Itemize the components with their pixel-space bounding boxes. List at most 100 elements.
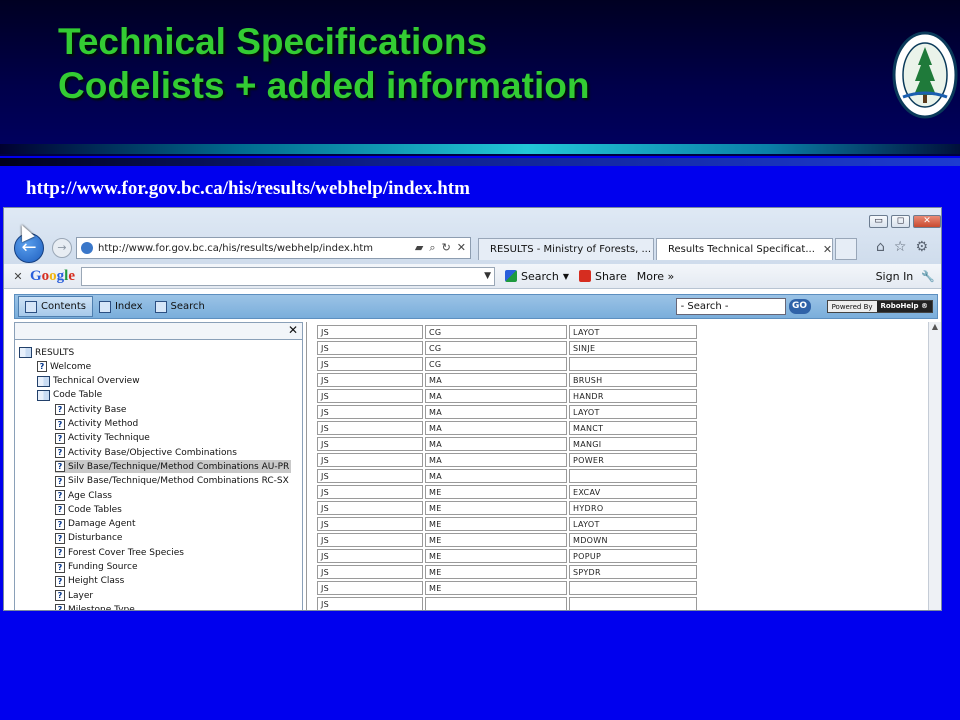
help-page-icon: ?	[55, 432, 65, 444]
help-page-icon: ?	[55, 404, 65, 416]
tab-results-technical[interactable]: Results Technical Specificat... ✕	[656, 238, 833, 260]
table-row: JS MA	[317, 469, 697, 483]
toc-item[interactable]: ? Activity Base	[55, 403, 126, 416]
table-row: JS	[317, 597, 697, 610]
toc-pane: ✕ RESULTS? Welcome Technical Overview Code …	[14, 322, 303, 610]
toc-item[interactable]: ? Height Class	[55, 575, 124, 588]
table-row: JS ME MDOWN	[317, 533, 697, 547]
toc-item[interactable]: ? Activity Method	[55, 418, 138, 431]
table-cell: JS	[317, 533, 423, 547]
table-cell: CG	[425, 325, 567, 339]
toc-item-label: Silv Base/Technique/Method Combinations …	[68, 461, 290, 472]
home-icon[interactable]: ⌂	[876, 239, 885, 255]
toc-item[interactable]: RESULTS	[19, 346, 74, 359]
google-search-input[interactable]: ▼	[81, 266, 496, 286]
table-cell: ME	[425, 501, 567, 515]
toc-item[interactable]: ? Welcome	[37, 360, 91, 373]
help-page-icon: ?	[55, 532, 65, 544]
table-cell: JS	[317, 357, 423, 371]
toc-item[interactable]: Code Table	[37, 389, 102, 402]
badge-prefix: Powered By	[831, 302, 873, 311]
google-more-button[interactable]: More »	[637, 270, 675, 283]
toc-item-label: Layer	[68, 590, 94, 601]
table-cell: BRUSH	[569, 373, 697, 387]
toc-item[interactable]: ? Silv Base/Technique/Method Combinations…	[55, 460, 292, 474]
sign-in-button[interactable]: Sign In	[876, 270, 914, 283]
tab-contents[interactable]: Contents	[18, 296, 93, 317]
restore-button[interactable]: ◻	[891, 215, 910, 228]
toc-item[interactable]: ? Code Tables	[55, 503, 122, 516]
compat-icon[interactable]: ▰	[415, 241, 423, 255]
table-cell: JS	[317, 389, 423, 403]
close-tab-icon[interactable]: ✕	[823, 243, 832, 256]
google-search-icon	[505, 270, 518, 282]
slide-title-line2: Codelists + added information	[58, 65, 590, 106]
close-icon[interactable]: ✕	[288, 323, 298, 337]
table-cell: JS	[317, 469, 423, 483]
table-cell: LAYOT	[569, 517, 697, 531]
table-cell: JS	[317, 325, 423, 339]
table-cell: JS	[317, 597, 423, 610]
scroll-up-icon[interactable]: ▲	[929, 322, 941, 331]
tab-contents-label: Contents	[41, 301, 86, 312]
table-cell: MA	[425, 437, 567, 451]
new-tab-button[interactable]	[835, 238, 857, 260]
toc-item-label: Damage Agent	[68, 519, 136, 530]
refresh-icon[interactable]: ↻	[442, 241, 451, 255]
table-cell: MA	[425, 405, 567, 419]
table-cell: HANDR	[569, 389, 697, 403]
table-row: JS CG SINJE	[317, 341, 697, 355]
toc-item[interactable]: ? Layer	[55, 589, 93, 602]
table-cell	[569, 469, 697, 483]
toolbar-close-icon[interactable]: ✕	[8, 270, 28, 283]
go-button[interactable]: GO	[788, 299, 811, 314]
toc-item-label: Forest Cover Tree Species	[68, 547, 184, 558]
browser-screenshot: ▭ ◻ ✕ ← → http://www.for.gov.bc.ca/his/r…	[3, 207, 942, 611]
address-bar[interactable]: http://www.for.gov.bc.ca/his/results/web…	[76, 237, 471, 259]
minimize-button[interactable]: ▭	[869, 215, 888, 228]
toc-item[interactable]: ? Age Class	[55, 489, 112, 502]
search-icon[interactable]: ⌕	[429, 241, 435, 255]
table-row: JS ME EXCAV	[317, 485, 697, 499]
tab-index[interactable]: Index	[93, 296, 149, 317]
toc-item[interactable]: ? Disturbance	[55, 532, 122, 545]
forward-button[interactable]: →	[52, 238, 72, 258]
robohelp-toolbar: Contents Index Search - Search - GO Powe…	[14, 294, 938, 319]
toc-item[interactable]: ? Activity Base/Objective Combinations	[55, 446, 237, 459]
toc-item[interactable]: ? Milestone Type	[55, 603, 135, 610]
toc-item[interactable]: ? Forest Cover Tree Species	[55, 546, 184, 559]
vertical-scrollbar[interactable]: ▲	[928, 322, 941, 610]
toc-item[interactable]: ? Silv Base/Technique/Method Combinations…	[55, 475, 289, 488]
table-cell: POPUP	[569, 549, 697, 563]
browser-chrome: ▭ ◻ ✕ ← → http://www.for.gov.bc.ca/his/r…	[4, 208, 941, 264]
wrench-icon[interactable]: 🔧	[921, 270, 935, 283]
table-cell: CG	[425, 357, 567, 371]
help-search-input[interactable]: - Search -	[675, 298, 786, 315]
table-cell: ME	[425, 565, 567, 579]
google-search-button[interactable]: Search ▼	[505, 270, 569, 283]
code-table: JS CG LAYOT JS CG SINJE JS CG JS MA BRUSH JS MA HANDR…	[315, 323, 699, 610]
stop-icon[interactable]: ✕	[457, 241, 466, 255]
table-cell: ME	[425, 549, 567, 563]
table-cell: JS	[317, 437, 423, 451]
table-cell: SPYDR	[569, 565, 697, 579]
toc-item[interactable]: Technical Overview	[37, 375, 140, 388]
dropdown-icon[interactable]: ▼	[484, 271, 491, 281]
star-icon[interactable]: ☆	[894, 239, 907, 255]
table-cell: JS	[317, 565, 423, 579]
slide-url[interactable]: http://www.for.gov.bc.ca/his/results/web…	[26, 178, 470, 200]
toc-item[interactable]: ? Funding Source	[55, 561, 138, 574]
tab-search-label: Search	[170, 301, 205, 312]
site-icon	[81, 242, 93, 254]
toc-item-label: Technical Overview	[53, 376, 140, 387]
tab-search[interactable]: Search	[149, 296, 211, 317]
window-close-button[interactable]: ✕	[913, 215, 941, 228]
google-share-button[interactable]: Share	[578, 270, 627, 283]
google-toolbar-right: Sign In 🔧	[876, 270, 935, 283]
toc-item[interactable]: ? Activity Technique	[55, 432, 150, 445]
tab-results-ministry[interactable]: RESULTS - Ministry of Forests, ...	[478, 238, 654, 260]
gear-icon[interactable]: ⚙	[915, 239, 928, 255]
toc-item[interactable]: ? Damage Agent	[55, 518, 135, 531]
help-page-icon: ?	[55, 547, 65, 559]
google-logo: Google	[30, 267, 76, 284]
